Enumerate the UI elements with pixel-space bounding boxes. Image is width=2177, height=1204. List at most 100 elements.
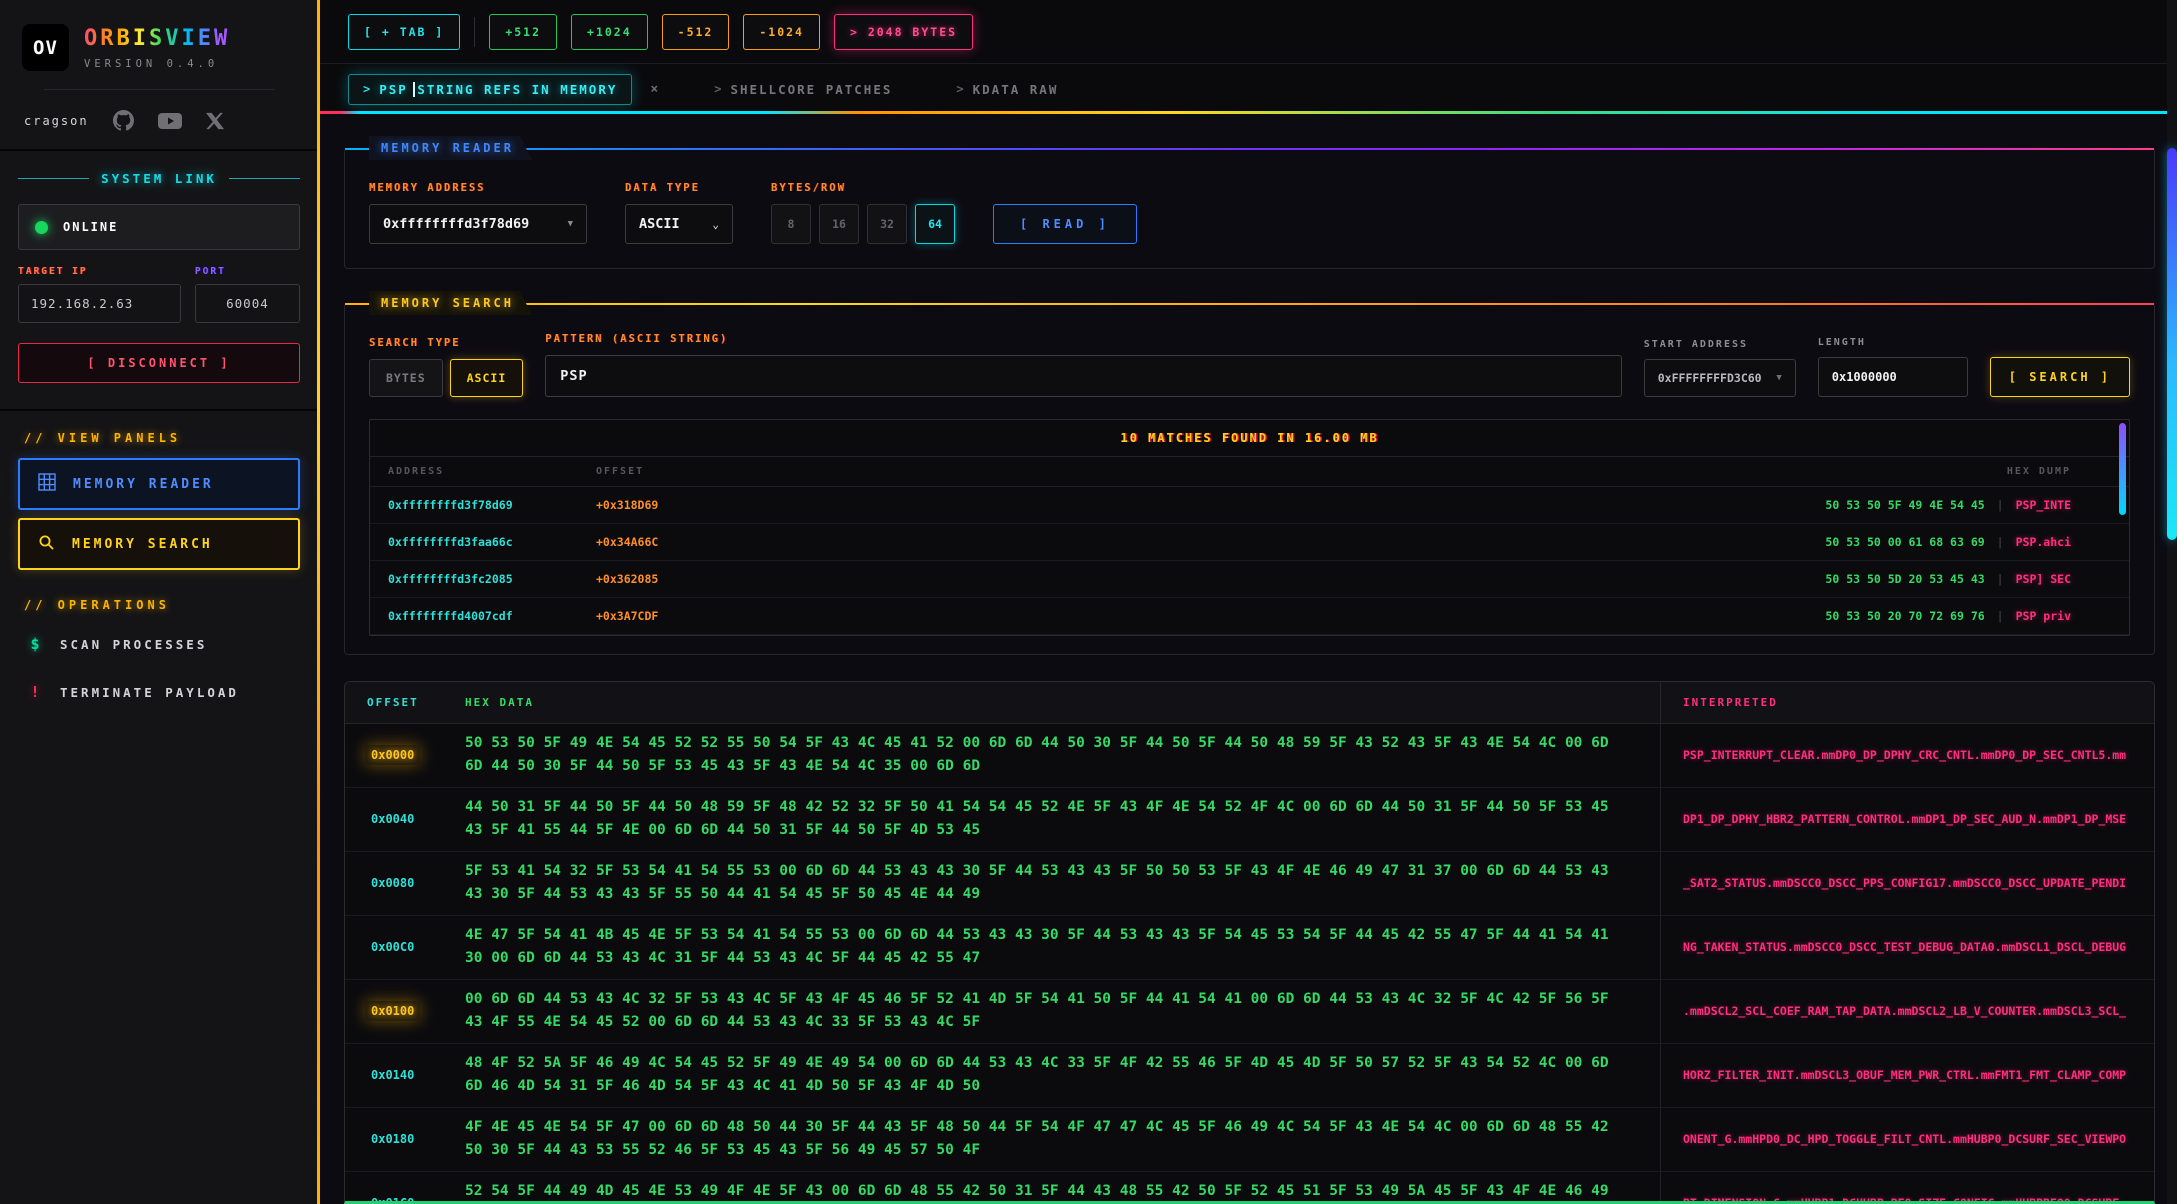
hex-row: 0x0180 4F 4E 45 4E 54 5F 47 00 6D 6D 48 …: [345, 1108, 2154, 1172]
chevron-right-icon: >: [714, 82, 721, 96]
sidebar-item-memory-search[interactable]: MEMORY SEARCH: [18, 518, 300, 570]
hex-line: 4F 4E 45 4E 54 5F 47 00 6D 6D 48 50 44 3…: [465, 1116, 1660, 1139]
row-interpreted: _SAT2_STATUS.mmDSCC0_DSCC_PPS_CONFIG17.m…: [1660, 852, 2154, 915]
bytes-2048-button[interactable]: > 2048 BYTES: [834, 14, 973, 50]
match-ascii: PSP priv: [2016, 609, 2071, 623]
bytes-16-button[interactable]: 16: [819, 204, 859, 244]
close-icon[interactable]: ×: [644, 80, 664, 99]
match-row[interactable]: 0xffffffffd3faa66c +0x34A66C 50 53 50 00…: [370, 524, 2129, 561]
github-icon[interactable]: [113, 110, 134, 131]
minus512-button[interactable]: -512: [662, 14, 730, 50]
chevron-right-icon: >: [956, 82, 963, 96]
memory-address-dropdown[interactable]: 0xffffffffd3f78d69 ▼: [369, 204, 587, 244]
hex-line: 43 5F 41 55 44 5F 4E 00 6D 6D 44 50 31 5…: [465, 819, 1660, 842]
search-type-group: SEARCH TYPE BYTES ASCII: [369, 337, 523, 397]
operations-section: // OPERATIONS $ SCAN PROCESSES ! TERMINA…: [0, 578, 318, 724]
match-list-scrollbar[interactable]: [2119, 423, 2126, 515]
sidebar-item-memory-reader[interactable]: MEMORY READER: [18, 458, 300, 510]
search-button[interactable]: [ SEARCH ]: [1990, 357, 2130, 397]
chevron-down-icon: ▼: [1776, 373, 1781, 383]
bytes-8-button[interactable]: 8: [771, 204, 811, 244]
offset-column-header: OFFSET: [596, 466, 644, 477]
target-ip-label: TARGET IP: [18, 266, 181, 277]
match-offset: +0x34A66C: [596, 535, 658, 549]
read-button[interactable]: [ READ ]: [993, 204, 1137, 244]
match-hex: 50 53 50 5F 49 4E 54 45: [1825, 498, 1984, 512]
bytes-64-button[interactable]: 64: [915, 204, 955, 244]
hex-line: 43 30 5F 44 53 43 43 5F 55 50 44 41 54 4…: [465, 883, 1660, 906]
app-title: ORBISVIEW: [84, 26, 230, 51]
search-type-bytes-button[interactable]: BYTES: [369, 359, 443, 397]
exclamation-icon: !: [28, 683, 42, 701]
match-hex: 50 53 50 00 61 68 63 69: [1825, 535, 1984, 549]
toolbar-divider: [474, 17, 475, 47]
row-interpreted: HORZ_FILTER_INIT.mmDSCL3_OBUF_MEM_PWR_CT…: [1660, 1044, 2154, 1107]
row-interpreted: ONENT_G.mmHPD0_DC_HPD_TOGGLE_FILT_CNTL.m…: [1660, 1108, 2154, 1171]
minus1024-button[interactable]: -1024: [743, 14, 820, 50]
search-type-ascii-button[interactable]: ASCII: [450, 359, 524, 397]
hexdump-column-header: HEX DUMP: [2007, 466, 2111, 477]
match-offset: +0x3A7CDF: [596, 609, 658, 623]
data-type-select[interactable]: ASCII ⌄: [625, 204, 733, 244]
tab-bar: > PSP STRING REFS IN MEMORY × > SHELLCOR…: [318, 64, 2177, 114]
hex-row: 0x0040 44 50 31 5F 44 50 5F 44 50 48 59 …: [345, 788, 2154, 852]
memory-reader-panel-title: MEMORY READER: [369, 136, 532, 160]
memory-search-panel-title: MEMORY SEARCH: [369, 291, 532, 315]
sidebar-item-terminate-payload[interactable]: ! TERMINATE PAYLOAD: [18, 668, 300, 716]
start-address-group: START ADDRESS 0xFFFFFFFFD3C60 ▼: [1644, 339, 1796, 397]
hex-line: 48 4F 52 5A 5F 46 49 4C 54 45 52 5F 49 4…: [465, 1052, 1660, 1075]
plus512-button[interactable]: +512: [489, 14, 557, 50]
hex-row: 0x0140 48 4F 52 5A 5F 46 49 4C 54 45 52 …: [345, 1044, 2154, 1108]
magnifier-icon: [38, 534, 55, 555]
add-tab-button[interactable]: [ + TAB ]: [348, 14, 460, 50]
match-table-header: ADDRESS OFFSET HEX DUMP: [370, 457, 2129, 487]
sidebar: OV ORBISVIEW VERSION 0.4.0 cragson SYSTE…: [0, 0, 318, 1204]
youtube-icon[interactable]: [158, 112, 182, 130]
row-offset: 0x0180: [365, 1129, 420, 1149]
x-icon[interactable]: [206, 112, 224, 130]
hex-line: 30 00 6D 6D 44 53 43 4C 31 5F 44 53 43 4…: [465, 947, 1660, 970]
match-ascii: PSP_INTE: [2016, 498, 2071, 512]
tab-psp-string-refs[interactable]: > PSP STRING REFS IN MEMORY: [348, 74, 632, 105]
hex-line: 6D 46 4D 54 31 5F 46 4D 54 5F 43 4C 41 4…: [465, 1075, 1660, 1098]
app-version: VERSION 0.4.0: [84, 58, 230, 70]
length-group: LENGTH 0x1000000: [1818, 337, 1968, 397]
view-panels-title: // VIEW PANELS: [18, 431, 300, 445]
hex-line: 6D 44 50 30 5F 44 50 5F 53 45 43 5F 43 4…: [465, 755, 1660, 778]
online-status-dot: [35, 221, 48, 234]
target-ip-field[interactable]: 192.168.2.63: [18, 284, 181, 323]
tab-title-input[interactable]: PSP STRING REFS IN MEMORY: [379, 82, 617, 97]
tab-shellcore-patches[interactable]: > SHELLCORE PATCHES: [700, 75, 906, 104]
row-offset: 0x0080: [365, 873, 420, 893]
scrollbar-thumb[interactable]: [2167, 148, 2177, 540]
tab-kdata-raw[interactable]: > KDATA RAW: [942, 75, 1072, 104]
pattern-label: PATTERN (ASCII STRING): [545, 333, 1622, 345]
sidebar-item-scan-processes[interactable]: $ SCAN PROCESSES: [18, 620, 300, 668]
hex-line: 50 30 5F 44 43 53 55 52 46 5F 53 45 43 5…: [465, 1139, 1660, 1162]
start-address-dropdown[interactable]: 0xFFFFFFFFD3C60 ▼: [1644, 359, 1796, 397]
row-offset: 0x00C0: [365, 937, 420, 957]
bytes-32-button[interactable]: 32: [867, 204, 907, 244]
separator: |: [1985, 535, 2016, 549]
tab-label: KDATA RAW: [973, 82, 1059, 97]
separator: |: [1985, 498, 2016, 512]
port-field[interactable]: 60004: [195, 284, 300, 323]
panel-border-gradient: [345, 303, 2154, 305]
sidebar-item-label: MEMORY READER: [73, 477, 214, 492]
memory-address-value: 0xffffffffd3f78d69: [383, 216, 529, 232]
row-offset: 0x0000: [365, 745, 420, 765]
plus1024-button[interactable]: +1024: [571, 14, 648, 50]
page-scrollbar[interactable]: [2167, 0, 2177, 1204]
hex-line: 00 6D 6D 44 53 43 4C 32 5F 53 43 4C 5F 4…: [465, 988, 1660, 1011]
status-badge: ONLINE: [63, 220, 118, 234]
disconnect-button[interactable]: [ DISCONNECT ]: [18, 343, 300, 383]
hexdata-column-header: HEX DATA: [465, 682, 1660, 723]
length-input[interactable]: 0x1000000: [1818, 357, 1968, 397]
row-interpreted: RT_DIMENSION_C.mmHUBP1_DCHUBP_REQ_SIZE_C…: [1660, 1172, 2154, 1204]
match-row[interactable]: 0xffffffffd3fc2085 +0x362085 50 53 50 5D…: [370, 561, 2129, 598]
pattern-input[interactable]: PSP: [545, 355, 1622, 397]
match-row[interactable]: 0xffffffffd3f78d69 +0x318D69 50 53 50 5F…: [370, 487, 2129, 524]
offset-column-header: OFFSET: [345, 682, 465, 723]
match-address: 0xffffffffd4007cdf: [388, 609, 596, 623]
match-row[interactable]: 0xffffffffd4007cdf +0x3A7CDF 50 53 50 20…: [370, 598, 2129, 635]
